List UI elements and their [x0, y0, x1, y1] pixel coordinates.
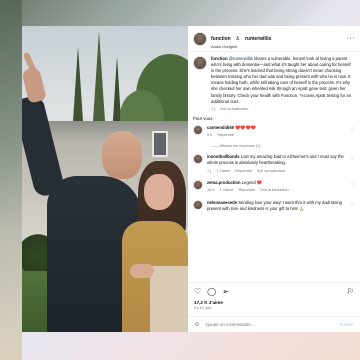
like-comment-heart-icon[interactable]: ♡: [351, 156, 355, 162]
post-age: Il y a 1 jour: [194, 306, 212, 310]
like-heart-icon[interactable]: ♡: [194, 288, 201, 296]
comment-avatar[interactable]: [193, 154, 203, 165]
caption-username[interactable]: function: [211, 56, 228, 61]
photo-woman-face: [144, 174, 174, 210]
avatar[interactable]: [193, 31, 207, 46]
comment-avatar[interactable]: [193, 199, 203, 210]
caption-age: 1 j: [211, 106, 216, 111]
likes-count[interactable]: 17,2 K J'aime: [194, 300, 354, 305]
caption-meta: 1 j Voir la traduction: [211, 107, 355, 111]
post-comment-button[interactable]: Publier: [339, 322, 354, 327]
caption-mention[interactable]: @rumerwillis: [229, 56, 253, 61]
audio-label[interactable]: Audio d'origine: [211, 44, 271, 49]
reply-link[interactable]: Répondre: [239, 188, 256, 192]
like-comment-heart-icon[interactable]: ♡: [351, 182, 355, 188]
translate-link[interactable]: Voir la traduction: [257, 169, 285, 173]
header-username-function[interactable]: function: [211, 36, 231, 42]
more-options-icon[interactable]: ···: [347, 35, 356, 42]
comment-input[interactable]: Ajouter un commentaire...: [205, 322, 254, 327]
share-icon[interactable]: ➢: [222, 288, 229, 296]
post-header: function & rumerwillis Audio d'origine ·…: [188, 26, 360, 52]
comment-text: Legend ❤️: [241, 180, 263, 186]
bookmark-icon[interactable]: ⚐: [347, 288, 354, 296]
comment-username[interactable]: innoutballbonds: [207, 154, 240, 159]
add-comment-bar: ☺ Ajouter un commentaire... Publier: [188, 316, 360, 332]
like-comment-heart-icon[interactable]: ♡: [351, 202, 355, 208]
comment-age: 16 h: [207, 188, 215, 193]
photo-man-head: [102, 131, 142, 179]
caption-text: function @rumerwillis shares a vulnerabl…: [211, 56, 355, 105]
comment-age: 5 h: [207, 132, 213, 137]
reply-link[interactable]: Répondre: [235, 169, 252, 173]
comment-avatar[interactable]: [193, 124, 203, 135]
comment-username[interactable]: zema.production: [207, 180, 241, 185]
translate-link[interactable]: Voir la traduction: [260, 188, 288, 192]
caption: function @rumerwillis shares a vulnerabl…: [193, 56, 355, 105]
comment-avatar[interactable]: [193, 180, 203, 191]
show-replies-link[interactable]: —— Afficher les réponses (1): [211, 144, 355, 148]
photo-woman-hand: [130, 264, 154, 278]
post-photo[interactable]: [22, 26, 188, 332]
comment-age: 1 j: [207, 168, 212, 173]
header-username-rumerwillis[interactable]: rumerwillis: [245, 36, 271, 42]
comments-scroll[interactable]: function @rumerwillis shares a vulnerabl…: [188, 52, 360, 282]
header-separator: &: [236, 36, 240, 42]
comment-username[interactable]: carmendidi69: [207, 125, 234, 130]
post-actions: ♡ ◯ ➢ ⚐ 17,2 K J'aime Il y a 1 jour: [188, 282, 360, 316]
section-label: Pour vous: [193, 115, 213, 121]
header-text: function & rumerwillis Audio d'origine: [211, 28, 271, 49]
caption-translate-link[interactable]: Voir la traduction: [220, 107, 248, 111]
comment-item: zema.production Legend ❤️ 16 h 1 J'aime …: [193, 180, 355, 194]
comment-item: innoutballbonds Lost my amazing Dad to A…: [193, 154, 355, 174]
comment-text: ❤️❤️❤️❤️: [235, 124, 257, 130]
photo-woman-dress: [150, 266, 188, 332]
comment-item: carmendidi69 ❤️❤️❤️❤️ 5 h Répondre ♡: [193, 124, 355, 139]
comment-item: nelsonasecede Sending love your way! I w…: [193, 199, 355, 212]
reply-link[interactable]: Répondre: [217, 133, 234, 137]
comment-likes[interactable]: 7 J'aime: [216, 169, 230, 173]
emoji-icon[interactable]: ☺: [194, 322, 200, 328]
post-modal: function & rumerwillis Audio d'origine ·…: [22, 26, 360, 332]
post-details: function & rumerwillis Audio d'origine ·…: [188, 26, 360, 332]
comment-likes[interactable]: 1 J'aime: [219, 188, 233, 192]
comment-username[interactable]: nelsonasecede: [207, 200, 237, 205]
caption-body: shares a vulnerable, honest look at lovi…: [211, 56, 352, 104]
like-comment-heart-icon[interactable]: ♡: [351, 127, 355, 133]
comment-icon[interactable]: ◯: [207, 288, 216, 296]
caption-avatar[interactable]: [193, 56, 207, 70]
background-blur: [0, 0, 22, 360]
